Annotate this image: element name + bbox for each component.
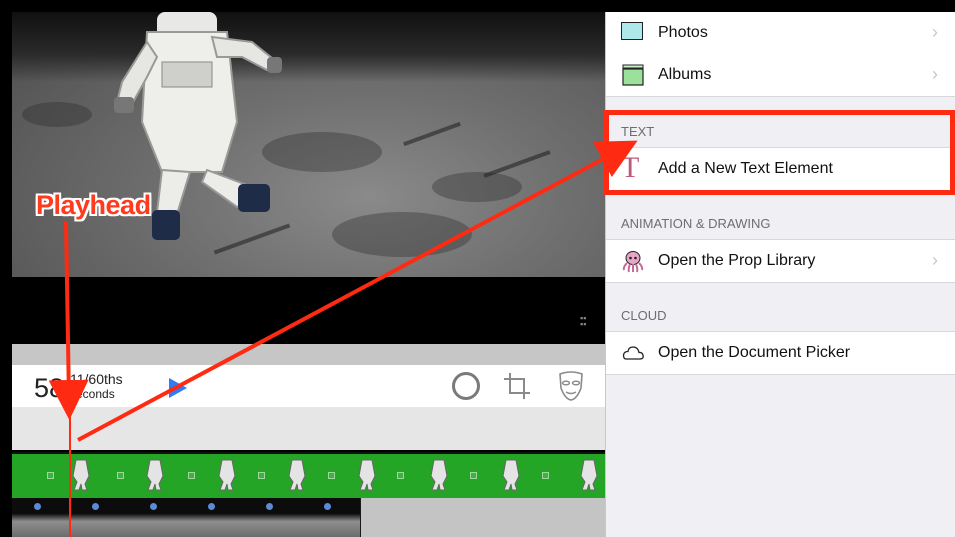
- cloud-section-header: CLOUD: [621, 308, 667, 323]
- playhead-annotation: Playhead: [36, 190, 151, 220]
- frame-marker: [397, 472, 404, 479]
- photos-label: Photos: [658, 24, 708, 41]
- chevron-right-icon: ›: [932, 22, 938, 42]
- mask-icon[interactable]: [557, 370, 585, 402]
- frame-marker: [328, 472, 335, 479]
- preview-stage[interactable]: [12, 12, 605, 277]
- text-section-header: TEXT: [621, 124, 655, 139]
- astronaut-thumbnail: [358, 459, 376, 491]
- moon-thumbnail: [128, 498, 186, 537]
- frame-marker: [258, 472, 265, 479]
- play-icon[interactable]: [169, 378, 187, 398]
- add-text-element-row[interactable]: T Add a New Text Element: [606, 147, 955, 191]
- animation-section-header: ANIMATION & DRAWING: [621, 216, 771, 231]
- albums-label: Albums: [658, 66, 712, 83]
- photos-row[interactable]: Photos ›: [606, 12, 955, 55]
- transport-bar: 58 11/60ths seconds: [12, 365, 605, 407]
- time-seconds: 58: [34, 373, 65, 403]
- prop-library-label: Open the Prop Library: [658, 252, 816, 269]
- video-track[interactable]: [12, 452, 605, 500]
- media-panel: Photos › Albums › TEXT T Add a New Text …: [605, 12, 955, 537]
- crater: [432, 172, 522, 202]
- time-unit-label: seconds: [70, 387, 115, 401]
- moon-thumbnail: [70, 498, 128, 537]
- astronaut-thumbnail: [288, 459, 306, 491]
- timeline-ruler[interactable]: [12, 407, 605, 450]
- photos-icon: [621, 22, 643, 40]
- albums-row[interactable]: Albums ›: [606, 54, 955, 97]
- astronaut-thumbnail: [72, 459, 90, 491]
- moon-thumbnail: [186, 498, 244, 537]
- astronaut-thumbnail: [146, 459, 164, 491]
- albums-icon: [622, 64, 644, 86]
- frame-marker: [47, 472, 54, 479]
- video-editor: ▪▪ ▪▪ 58 11/60ths seconds: [12, 12, 605, 537]
- footprint-track: [403, 121, 461, 147]
- frame-marker: [188, 472, 195, 479]
- astronaut-thumbnail: [580, 459, 598, 491]
- empty-track-area[interactable]: [361, 498, 605, 537]
- prop-library-row[interactable]: Open the Prop Library ›: [606, 239, 955, 283]
- crop-icon[interactable]: [502, 371, 532, 401]
- moon-thumbnail: [12, 498, 70, 537]
- chevron-right-icon: ›: [932, 250, 938, 270]
- grid-icon[interactable]: ▪▪ ▪▪: [580, 314, 590, 329]
- document-picker-label: Open the Document Picker: [658, 344, 851, 361]
- text-t-icon: T: [621, 151, 640, 184]
- stage-letterbox: [12, 277, 605, 344]
- moon-thumbnail: [244, 498, 302, 537]
- frame-marker: [117, 472, 124, 479]
- circle-icon[interactable]: [452, 372, 480, 400]
- document-picker-row[interactable]: Open the Document Picker: [606, 331, 955, 375]
- space-sky: [12, 12, 605, 82]
- octopus-icon: [622, 251, 644, 273]
- astronaut-thumbnail: [430, 459, 448, 491]
- astronaut-thumbnail: [218, 459, 236, 491]
- crater: [332, 212, 472, 257]
- crater: [22, 102, 92, 127]
- divider-strip: [12, 344, 605, 365]
- time-fraction: 11/60ths: [70, 371, 123, 387]
- chevron-right-icon: ›: [932, 64, 938, 84]
- frame-marker: [542, 472, 549, 479]
- footprint-track: [483, 150, 551, 178]
- cloud-icon: [622, 346, 644, 360]
- add-text-label: Add a New Text Element: [658, 160, 833, 177]
- left-frame: [0, 0, 12, 537]
- background-track[interactable]: [12, 498, 361, 537]
- frame-marker: [470, 472, 477, 479]
- astronaut-thumbnail: [502, 459, 520, 491]
- moon-thumbnail: [302, 498, 360, 537]
- top-frame: [0, 0, 955, 12]
